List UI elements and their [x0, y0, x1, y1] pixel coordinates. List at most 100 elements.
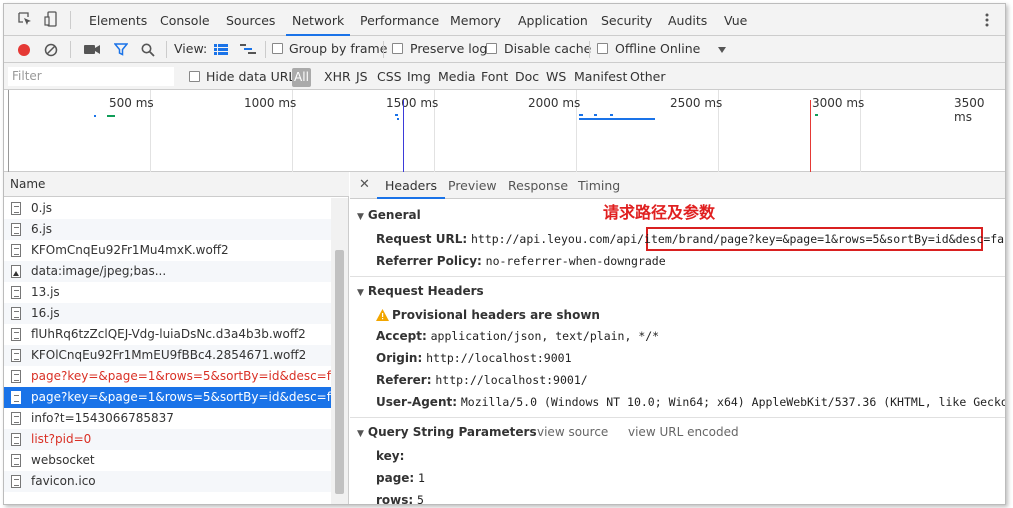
section-request-headers[interactable]: ▼ Request Headers [357, 284, 484, 298]
tab-sources[interactable]: Sources [226, 4, 275, 36]
tab-memory[interactable]: Memory [450, 4, 501, 36]
capture-screenshots-icon[interactable] [84, 44, 100, 55]
triangle-down-icon: ▼ [357, 288, 364, 298]
toolbar-divider [166, 41, 167, 58]
group-by-frame-checkbox[interactable] [272, 43, 283, 54]
filter-icon[interactable] [114, 43, 128, 56]
filter-other[interactable]: Other [630, 69, 666, 85]
tab-application[interactable]: Application [518, 4, 588, 36]
search-icon[interactable] [141, 43, 155, 57]
request-name: 0.js [31, 201, 53, 215]
filter-font[interactable]: Font [481, 69, 508, 85]
request-row[interactable]: 6.js [4, 219, 331, 240]
header-key: User-Agent: [376, 395, 458, 409]
timeline-overview[interactable]: 500 ms 1000 ms 1500 ms 2000 ms 2500 ms 3… [4, 90, 1005, 172]
view-url-encoded-link[interactable]: view URL encoded [628, 425, 739, 439]
request-row[interactable]: flUhRq6tzZclQEJ-Vdg-luiaDsNc.d3a4b3b.wof… [4, 324, 331, 345]
tab-console[interactable]: Console [160, 4, 210, 36]
filter-xhr[interactable]: XHR [324, 69, 351, 85]
request-url-value: http://api.leyou.com/api/item/brand/page… [470, 232, 1006, 246]
timeline-label-2000: 2000 ms [528, 96, 581, 110]
request-row[interactable]: 16.js [4, 303, 331, 324]
filter-ws[interactable]: WS [546, 69, 566, 85]
throttling-select[interactable]: Online [660, 41, 700, 57]
group-by-frame-label: Group by frame [289, 41, 388, 56]
request-row[interactable]: KFOmCnqEu92Fr1Mu4mxK.woff2 [4, 240, 331, 261]
disable-cache-checkbox[interactable] [486, 43, 497, 54]
chevron-down-icon[interactable] [718, 47, 726, 53]
inspect-element-icon[interactable] [17, 11, 33, 27]
scrollbar-thumb[interactable] [335, 250, 344, 494]
tab-response[interactable]: Response [508, 172, 568, 199]
filter-input[interactable]: Filter [8, 67, 174, 86]
triangle-down-icon: ▼ [357, 212, 364, 222]
document-file-icon [11, 454, 21, 467]
tab-preview[interactable]: Preview [448, 172, 497, 199]
request-name: favicon.ico [31, 474, 96, 488]
waterfall-icon[interactable] [240, 44, 256, 55]
section-general[interactable]: ▼ General [357, 208, 421, 222]
request-row[interactable]: 13.js [4, 282, 331, 303]
query-param-page: page: 1 [376, 471, 425, 485]
request-row[interactable]: websocket [4, 450, 331, 471]
network-toolbar: View: Group by frame Preserve log Disabl… [4, 36, 1005, 63]
hide-data-urls-checkbox[interactable] [189, 71, 200, 82]
preserve-log-checkbox[interactable] [392, 43, 403, 54]
device-toolbar-icon[interactable] [44, 11, 60, 27]
referer-row: Referer: http://localhost:9001/ [376, 373, 588, 387]
clear-icon[interactable] [44, 43, 58, 57]
filter-all-button[interactable]: All [292, 68, 311, 87]
request-details: ✕ Headers Preview Response Timing 请求路径及参… [350, 172, 1006, 505]
tab-security[interactable]: Security [601, 4, 652, 36]
timeline-start-marker [8, 90, 9, 172]
document-file-icon [11, 475, 21, 488]
document-file-icon [11, 412, 21, 425]
annotation-text: 请求路径及参数 [603, 203, 716, 222]
filter-media[interactable]: Media [438, 69, 476, 85]
request-row[interactable]: page?key=&page=1&rows=5&sortBy=id&desc=f… [4, 366, 331, 387]
request-bar [579, 118, 655, 120]
param-value: 5 [417, 493, 424, 505]
scrollbar[interactable] [331, 198, 348, 504]
request-row[interactable]: favicon.ico [4, 471, 331, 492]
request-row[interactable]: page?key=&page=1&rows=5&sortBy=id&desc=f… [4, 387, 331, 408]
filter-js[interactable]: JS [356, 69, 368, 85]
filter-img[interactable]: Img [407, 69, 431, 85]
request-row[interactable]: data:image/jpeg;bas... [4, 261, 331, 282]
record-icon[interactable] [17, 43, 31, 57]
tab-headers[interactable]: Headers [377, 172, 446, 199]
tab-vue[interactable]: Vue [724, 4, 747, 36]
timeline-label-3000: 3000 ms [812, 96, 865, 110]
request-row[interactable]: list?pid=0 [4, 429, 331, 450]
large-rows-icon[interactable] [214, 44, 228, 55]
name-column-header[interactable]: Name [4, 172, 349, 197]
toolbar-divider [265, 41, 266, 58]
request-name: 6.js [31, 222, 53, 236]
request-row[interactable]: 0.js [4, 198, 331, 219]
tab-elements[interactable]: Elements [89, 4, 147, 36]
user-agent-row: User-Agent: Mozilla/5.0 (Windows NT 10.0… [376, 395, 1005, 409]
more-options-icon[interactable] [985, 12, 989, 28]
tab-timing[interactable]: Timing [578, 172, 620, 199]
section-query-string[interactable]: ▼ Query String Parameters [357, 425, 537, 439]
tab-audits[interactable]: Audits [668, 4, 707, 36]
request-bar [397, 118, 399, 120]
request-row[interactable]: info?t=1543066785837 [4, 408, 331, 429]
request-name: websocket [31, 453, 95, 467]
close-icon[interactable]: ✕ [359, 177, 370, 192]
devtools-window: Elements Console Sources Network Perform… [3, 3, 1006, 505]
tab-network[interactable]: Network [286, 4, 351, 36]
triangle-down-icon: ▼ [357, 429, 364, 439]
header-value: application/json, text/plain, */* [430, 329, 660, 343]
offline-label: Offline [615, 41, 657, 56]
request-url-row: Request URL: http://api.leyou.com/api/it… [376, 232, 1006, 246]
filter-css[interactable]: CSS [377, 69, 402, 85]
tab-performance[interactable]: Performance [360, 4, 439, 36]
request-row[interactable]: KFOlCnqEu92Fr1MmEU9fBBc4.2854671.woff2 [4, 345, 331, 366]
param-value: 1 [418, 471, 425, 485]
offline-checkbox[interactable] [597, 43, 608, 54]
filter-doc[interactable]: Doc [515, 69, 539, 85]
request-name: data:image/jpeg;bas... [31, 264, 167, 278]
filter-manifest[interactable]: Manifest [574, 69, 627, 85]
view-source-link[interactable]: view source [537, 425, 608, 439]
